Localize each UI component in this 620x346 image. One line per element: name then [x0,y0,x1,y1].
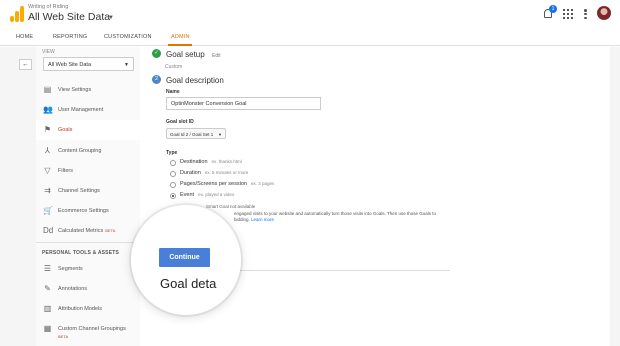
top-bar: Writing of Riding All Web Site Data ▼ 1 [0,0,620,28]
check-icon: ✓ [152,49,161,58]
chevron-down-icon: ▼ [218,132,222,137]
cart-icon: 🛒 [43,206,53,215]
analytics-logo-icon[interactable] [10,6,24,22]
sidebar-item-label: Ecommerce Settings [58,208,109,214]
sidebar-item-calculated-metrics[interactable]: Dd Calculated Metrics BETA [36,221,140,241]
radio-button-selected[interactable] [170,193,176,199]
calculator-icon: Dd [43,226,54,235]
filter-icon: ▽ [44,166,51,175]
smart-goal-notice: Smart Goal not available [206,204,256,209]
type-option-label: Duration [180,170,201,176]
view-selector-value: All Web Site Data [48,62,92,68]
goal-setup-summary: Custom [165,64,183,70]
type-option-example: ex. 5 minutes or more [204,170,249,175]
chevron-down-icon: ▼ [124,62,129,68]
attribution-icon: ▥ [43,304,52,313]
name-label: Name [166,89,180,95]
back-arrow-icon[interactable]: ← [19,59,32,70]
tab-reporting[interactable]: REPORTING [53,34,87,40]
sidebar-item-custom-channel-groupings[interactable]: ▦ Custom Channel Groupings BETA [36,319,140,339]
smart-goal-description: engaged visits to your website and autom… [234,211,437,222]
sidebar-item-label: Attribution Models [58,306,103,312]
sidebar-item-label: Filters [58,168,73,174]
chevron-down-icon[interactable]: ▼ [108,15,114,21]
avatar[interactable] [597,6,611,20]
goal-slot-select[interactable]: Goal Id 2 / Goal Set 1 ▼ [166,128,226,139]
goal-slot-value: Goal Id 2 / Goal Set 1 [170,132,214,137]
sidebar-item-label: User Management [58,107,104,113]
sidebar-item-channel-settings[interactable]: ⇉ Channel Settings [36,181,140,201]
sidebar-item-label: Segments [58,266,83,272]
property-view-selector[interactable]: All Web Site Data [28,11,110,23]
radio-button[interactable] [170,171,176,177]
sidebar-item-label: Calculated Metrics BETA [58,228,116,234]
view-selector[interactable]: All Web Site Data ▼ [43,57,134,71]
goal-description-title: Goal description [166,76,224,85]
more-vert-icon[interactable] [584,9,587,19]
goal-details-title: Goal deta [160,276,217,291]
tab-home[interactable]: HOME [16,34,33,40]
type-option-example: ex. played a video [198,192,235,197]
annotation-icon: ✎ [44,284,51,293]
sidebar-item-segments[interactable]: ☰ Segments [36,259,140,279]
notification-badge: 1 [549,5,557,13]
channel-icon: ⇉ [44,186,51,195]
continue-button[interactable]: Continue [159,248,210,267]
active-tab-indicator [168,44,192,46]
sidebar-item-user-management[interactable]: 👥 User Management [36,100,140,120]
sidebar-item-attribution-models[interactable]: ▥ Attribution Models [36,299,140,319]
magnifier-content: Continue Goal deta [131,205,241,315]
sidebar-item-label: View Settings [58,87,92,93]
radio-button[interactable] [170,182,176,188]
sidebar-item-view-settings[interactable]: ▤ View Settings [36,80,140,100]
step-number: 2 [152,75,161,84]
sidebar-item-filters[interactable]: ▽ Filters [36,161,140,181]
grouping-icon: ⅄ [45,146,50,155]
sidebar-divider [36,242,140,243]
segments-icon: ☰ [43,264,52,273]
goal-setup-edit-link[interactable]: Edit [212,53,221,59]
type-option-example: ex. 3 pages [250,181,275,186]
sidebar-item-label: Annotations [58,286,88,292]
main-nav: HOME REPORTING CUSTOMIZATION ADMIN [0,28,620,46]
sidebar-section-heading: PERSONAL TOOLS & ASSETS [42,250,120,256]
beta-badge: BETA [58,334,69,339]
flag-icon: ⚑ [43,125,52,134]
users-icon: 👥 [43,105,53,114]
beta-badge: BETA [105,228,116,233]
goal-setup-title: Goal setup [166,50,205,59]
sidebar-item-label: Goals [58,127,73,133]
account-name[interactable]: Writing of Riding [28,4,68,10]
apps-grid-icon[interactable] [563,9,573,19]
document-icon: ▤ [43,85,52,94]
sidebar-item-content-grouping[interactable]: ⅄ Content Grouping [36,141,140,161]
sidebar-item-label: Content Grouping [58,148,102,154]
tab-admin[interactable]: ADMIN [171,34,190,40]
goal-slot-label: Goal slot ID [166,119,194,125]
type-option-label: Event [180,192,195,198]
sidebar-item-goals[interactable]: ⚑ Goals [36,120,140,140]
view-label: VIEW [42,49,55,55]
tab-customization[interactable]: CUSTOMIZATION [104,34,152,40]
type-option-label: Destination [180,159,208,165]
type-label: Type [166,150,178,156]
learn-more-link[interactable]: Learn more [251,217,274,222]
sidebar-item-ecommerce-settings[interactable]: 🛒 Ecommerce Settings [36,201,140,221]
goal-name-input[interactable]: OptinMonster Conversion Goal [166,97,321,110]
radio-button[interactable] [170,160,176,166]
sidebar-item-label: Channel Settings [58,188,100,194]
custom-channel-icon: ▦ [43,324,52,333]
type-option-example: ex. thanks.html [211,159,242,164]
sidebar-item-annotations[interactable]: ✎ Annotations [36,279,140,299]
type-option-label: Pages/Screens per session [180,181,247,187]
sidebar-item-label: Custom Channel Groupings [58,326,126,332]
